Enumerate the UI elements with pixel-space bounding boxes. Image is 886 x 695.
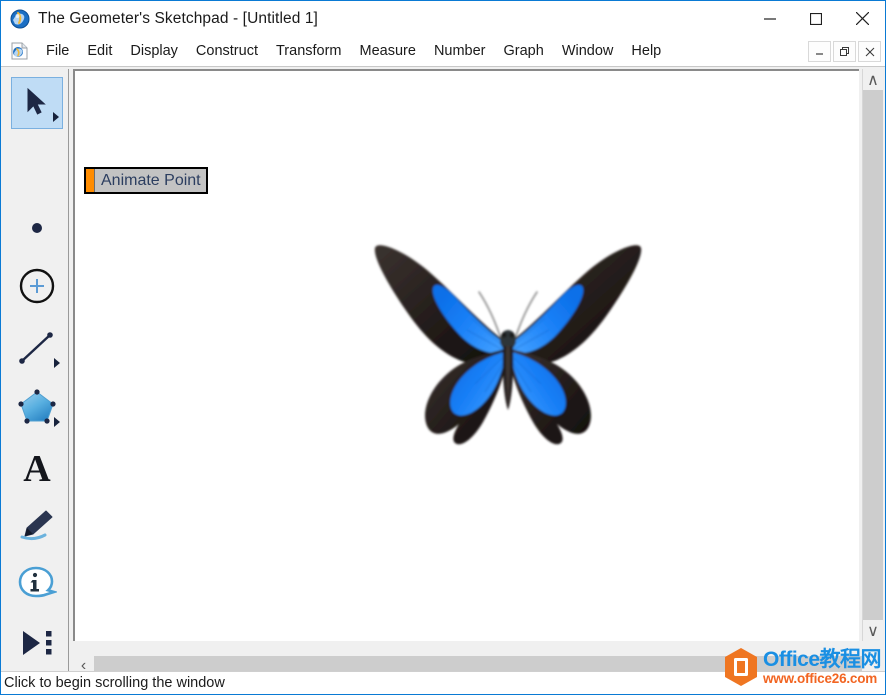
title-bar: The Geometer's Sketchpad - [Untitled 1] xyxy=(1,1,885,36)
minimize-button[interactable] xyxy=(747,1,793,36)
toolbox-panel: A xyxy=(3,69,69,676)
client-area: A Animate Point ∧ ∨ ‹ xyxy=(1,67,885,676)
point-icon xyxy=(32,223,42,233)
information-tool[interactable] xyxy=(11,558,63,610)
sketchpad-window: The Geometer's Sketchpad - [Untitled 1] xyxy=(0,0,886,695)
menu-item-file[interactable]: File xyxy=(37,40,78,62)
arrow-cursor-icon xyxy=(27,87,46,115)
pentagon-icon xyxy=(18,389,56,424)
maximize-button[interactable] xyxy=(793,1,839,36)
mdi-window-controls xyxy=(806,41,881,62)
sketchpad-globe-icon xyxy=(10,9,30,29)
straightedge-tool[interactable] xyxy=(11,322,63,374)
arrow-tool-flyout-icon[interactable] xyxy=(53,112,59,122)
window-title: The Geometer's Sketchpad - [Untitled 1] xyxy=(38,9,318,27)
compass-circle-tool[interactable] xyxy=(11,260,63,312)
close-button[interactable] xyxy=(839,1,885,36)
menu-item-window[interactable]: Window xyxy=(553,40,623,62)
animate-point-accent-bar xyxy=(86,169,94,192)
animate-point-button[interactable]: Animate Point xyxy=(84,167,208,194)
point-tool[interactable] xyxy=(11,202,63,254)
marker-pen-icon xyxy=(20,510,53,541)
menu-item-graph[interactable]: Graph xyxy=(495,40,553,62)
scroll-up-button[interactable]: ∧ xyxy=(863,69,883,90)
window-controls xyxy=(747,1,885,36)
circle-plus-icon xyxy=(19,268,55,304)
custom-tool[interactable] xyxy=(11,617,63,669)
scroll-down-button[interactable]: ∨ xyxy=(863,620,883,641)
document-icon[interactable] xyxy=(11,42,28,60)
text-tool[interactable]: A xyxy=(11,441,63,493)
sketch-area: Animate Point ∧ ∨ ‹ xyxy=(70,69,883,676)
mdi-restore-button[interactable] xyxy=(833,41,856,62)
menu-item-measure[interactable]: Measure xyxy=(351,40,425,62)
butterfly-image[interactable] xyxy=(363,234,653,449)
polygon-tool[interactable] xyxy=(11,381,63,433)
menu-item-number[interactable]: Number xyxy=(425,40,495,62)
segment-line-icon xyxy=(19,332,53,364)
menu-item-help[interactable]: Help xyxy=(622,40,670,62)
menu-item-transform[interactable]: Transform xyxy=(267,40,351,62)
vertical-scrollbar[interactable]: ∧ ∨ xyxy=(862,69,883,641)
letter-a-icon: A xyxy=(23,448,51,486)
status-bar: Click to begin scrolling the window xyxy=(1,671,885,694)
menu-item-construct[interactable]: Construct xyxy=(187,40,267,62)
sketch-canvas[interactable]: Animate Point xyxy=(73,69,859,641)
vertical-scroll-track[interactable] xyxy=(863,90,883,620)
svg-text:A: A xyxy=(23,448,51,486)
mdi-minimize-button[interactable] xyxy=(808,41,831,62)
menu-item-display[interactable]: Display xyxy=(121,40,187,62)
animate-point-label: Animate Point xyxy=(94,169,206,192)
status-message: Click to begin scrolling the window xyxy=(4,675,225,691)
menu-bar: File Edit Display Construct Transform Me… xyxy=(1,36,885,67)
arrow-select-tool[interactable] xyxy=(11,77,63,129)
mdi-close-button[interactable] xyxy=(858,41,881,62)
play-menu-icon xyxy=(23,631,52,655)
marker-tool[interactable] xyxy=(11,499,63,551)
straightedge-tool-flyout-icon[interactable] xyxy=(54,358,60,368)
info-bubble-icon xyxy=(18,566,57,598)
menu-item-edit[interactable]: Edit xyxy=(78,40,121,62)
polygon-tool-flyout-icon[interactable] xyxy=(54,417,60,427)
